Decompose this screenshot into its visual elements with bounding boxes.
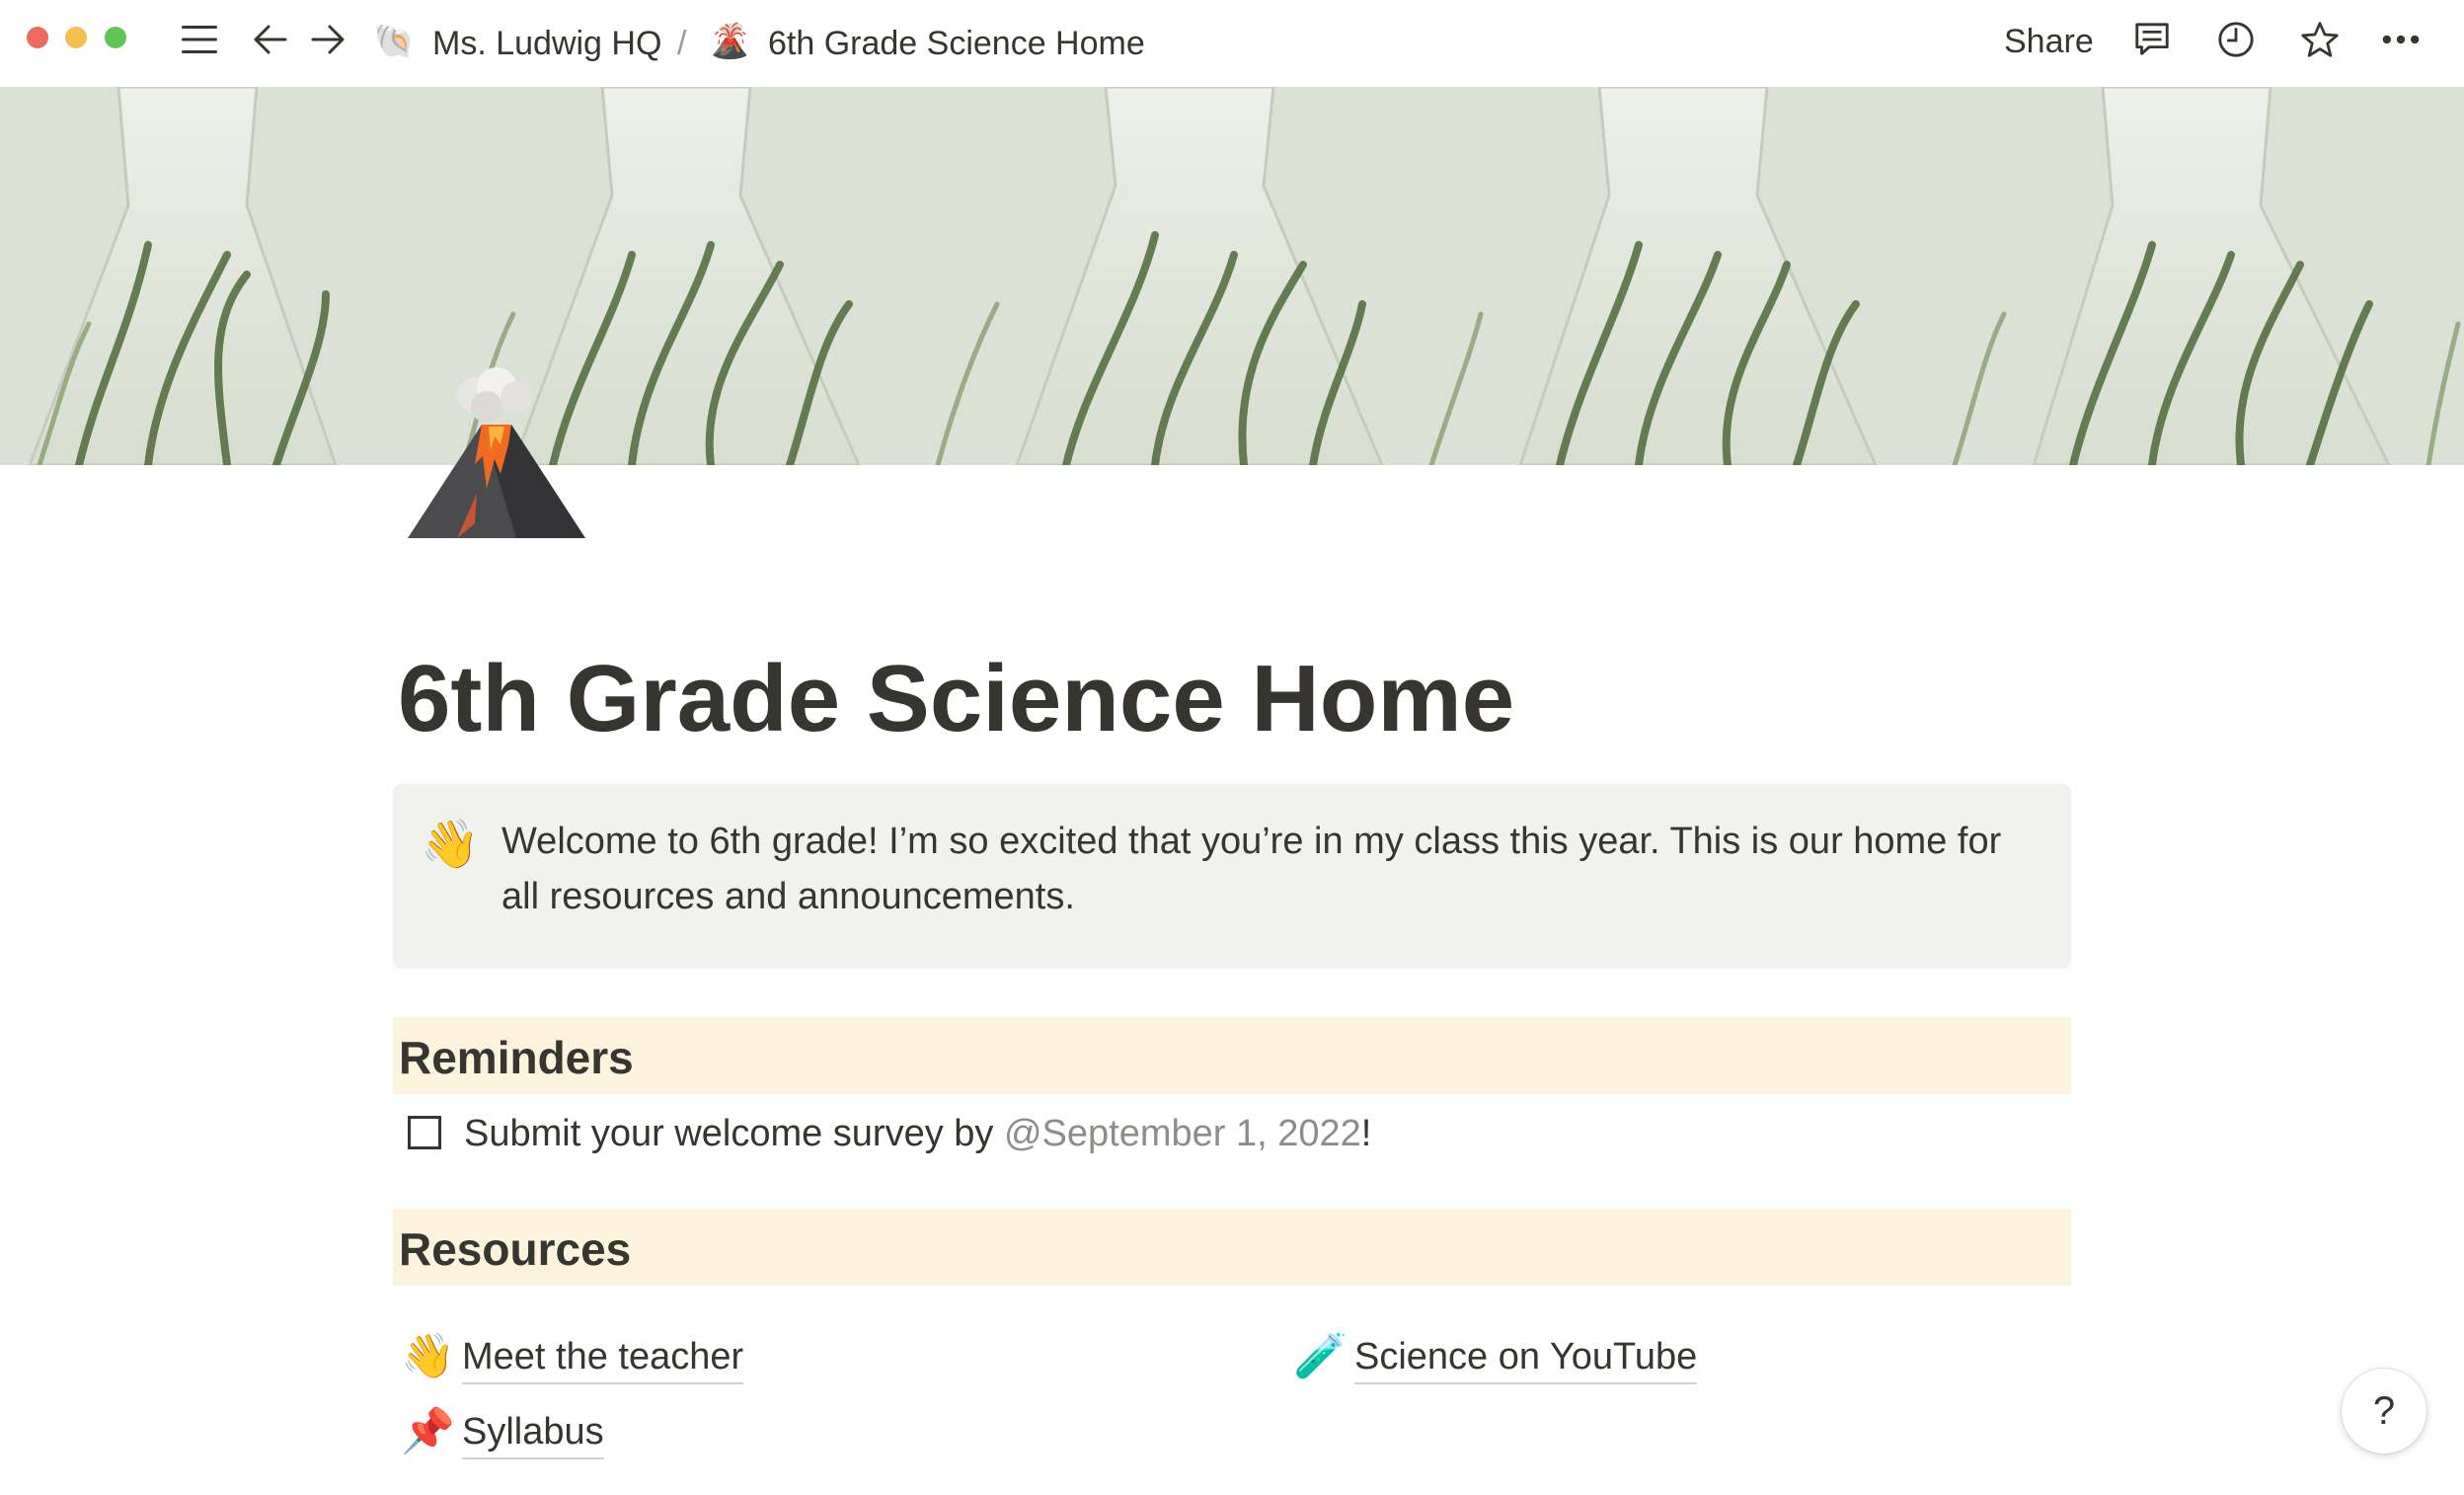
breadcrumb-workspace[interactable]: Ms. Ludwig HQ [432,22,661,65]
window-close-button[interactable] [27,27,48,48]
page-icon[interactable] [398,365,590,548]
reminders-heading: Reminders [393,1017,2071,1094]
history-clock-icon[interactable] [2216,20,2256,59]
breadcrumb-separator: / [677,25,687,62]
window-zoom-button[interactable] [105,27,126,48]
share-button[interactable]: Share [2004,20,2094,63]
resources-heading: Resources [393,1209,2071,1286]
todo-text-end: ! [1360,1113,1372,1154]
star-icon[interactable] [2300,20,2340,59]
breadcrumb-workspace-icon: 🐚 [373,23,416,60]
waving-hand-icon: 👋 [401,1332,455,1380]
breadcrumb-page-icon: 🌋 [709,23,751,60]
cover-image[interactable] [0,87,2464,465]
window-minimize-button[interactable] [65,27,87,48]
menu-icon[interactable] [180,20,219,59]
help-button[interactable]: ? [2342,1369,2426,1454]
link-syllabus-label[interactable]: Syllabus [462,1406,604,1459]
date-mention[interactable]: @September 1, 2022 [1004,1113,1361,1154]
comment-icon[interactable] [2132,20,2172,59]
waving-hand-icon: 👋 [421,819,480,871]
callout-text[interactable]: Welcome to 6th grade! I’m so excited tha… [501,814,2041,924]
breadcrumb-page[interactable]: 6th Grade Science Home [768,22,1145,65]
todo-text[interactable]: Submit your welcome survey by @September… [464,1108,1371,1159]
todo-checkbox[interactable] [408,1116,441,1149]
pushpin-icon: 📌 [401,1407,455,1456]
link-meet-the-teacher-label[interactable]: Meet the teacher [462,1331,744,1384]
back-arrow-icon[interactable] [251,20,290,59]
reminders-heading-text[interactable]: Reminders [399,1031,634,1084]
top-bar: 🐚 Ms. Ludwig HQ / 🌋 6th Grade Science Ho… [0,0,2464,87]
more-icon[interactable] [2381,20,2421,59]
page-title[interactable]: 6th Grade Science Home [398,640,1514,758]
welcome-callout: 👋 Welcome to 6th grade! I’m so excited t… [393,784,2071,969]
test-tube-icon: 🧪 [1293,1332,1348,1380]
link-science-on-youtube-label[interactable]: Science on YouTube [1354,1331,1698,1384]
forward-arrow-icon[interactable] [308,20,347,59]
resources-heading-text[interactable]: Resources [399,1222,631,1276]
todo-text-main: Submit your welcome survey by [464,1113,1004,1154]
